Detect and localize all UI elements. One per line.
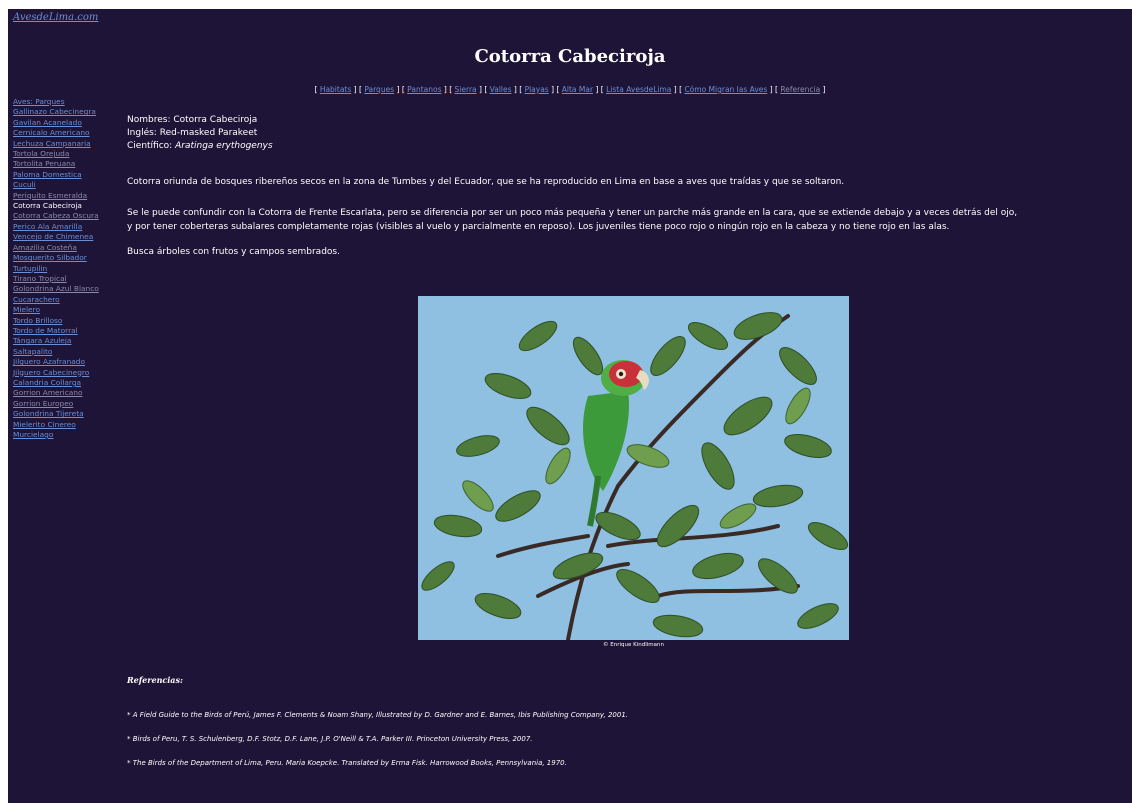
sidebar-item-vencejo-de-chimenea[interactable]: Vencejo de Chimenea <box>13 232 123 242</box>
sidebar-item-saltapalito[interactable]: Saltapalito <box>13 347 123 357</box>
nav-bracket-open: [ <box>679 85 683 94</box>
sidebar-item-periquito-esmeralda[interactable]: Periquito Esmeralda <box>13 191 123 201</box>
scientific-label: Científico: <box>127 141 173 151</box>
nav-link-lista-avesdelima[interactable]: Lista AvesdeLima <box>606 85 671 94</box>
sidebar-item-tordo-de-matorral[interactable]: Tordo de Matorral <box>13 326 123 336</box>
names-value: Cotorra Cabeciroja <box>173 115 258 125</box>
sidebar-item-turtupilin[interactable]: Turtupilin <box>13 264 123 274</box>
sidebar-item-gavilan-acanelado[interactable]: Gavilan Acanelado <box>13 118 123 128</box>
nav-bracket-open: [ <box>314 85 318 94</box>
sidebar-item-tortola-orejuda[interactable]: Tortola Orejuda <box>13 149 123 159</box>
sidebar-item-gorrion-americano[interactable]: Gorrion Americano <box>13 388 123 398</box>
sidebar-item-cotorra-cabeciroja: Cotorra Cabeciroja <box>13 201 82 211</box>
sidebar-item-paloma-domestica[interactable]: Paloma Domestica <box>13 170 123 180</box>
names-label: Nombres: <box>127 115 171 125</box>
photo-credit: © Enrique Kindlimann <box>603 642 664 648</box>
nav-link-habitats[interactable]: Habitats <box>320 85 351 94</box>
sidebar-item-tirano-tropical[interactable]: Tirano Tropical <box>13 274 123 284</box>
sidebar-item-mielero[interactable]: Mielero <box>13 305 123 315</box>
nav-bracket-close: ] <box>353 85 357 94</box>
sidebar-item-cucarachero[interactable]: Cucarachero <box>13 295 123 305</box>
site-name-link[interactable]: AvesdeLima.com <box>13 12 98 23</box>
sidebar-item-gallinazo-cabecinegra[interactable]: Gallinazo Cabecinegra <box>13 107 123 117</box>
sidebar-item-golondrina-azul-blanco[interactable]: Golondrina Azul Blanco <box>13 284 123 294</box>
nav-bracket-close: ] <box>595 85 599 94</box>
sidebar-header-link[interactable]: Aves: Parques <box>13 97 123 107</box>
comparison-paragraph: Se le puede confundir con la Cotorra de … <box>127 206 1017 234</box>
sidebar-item-cuculi[interactable]: Cuculi <box>13 180 123 190</box>
english-label: Inglés: <box>127 128 157 138</box>
sidebar-item-amazilia-costena[interactable]: Amazilia Costeña <box>13 243 123 253</box>
sidebar-item-murcielago[interactable]: Murcielago <box>13 430 123 440</box>
sidebar-item-jilguero-cabecinegro[interactable]: Jilguero Cabecinegro <box>13 368 123 378</box>
sidebar-item-perico-ala-amarilla[interactable]: Perico Ala Amarilla <box>13 222 123 232</box>
reference-item: * The Birds of the Department of Lima, P… <box>127 759 567 767</box>
sidebar-item-calandria-collarga[interactable]: Calandria Collarga <box>13 378 123 388</box>
nav-bracket-close: ] <box>479 85 482 94</box>
nav-bracket-open: [ <box>600 85 604 94</box>
sidebar-item-tortolita-peruana[interactable]: Tortolita Peruana <box>13 159 123 169</box>
page-title: Cotorra Cabeciroja <box>474 46 666 67</box>
sidebar-item-tordo-brilloso[interactable]: Tordo Brilloso <box>13 316 123 326</box>
nav-link-referencia[interactable]: Referencia <box>780 85 820 94</box>
comparison-line: y por tener coberteras subalares complet… <box>127 222 950 232</box>
nav-link-como-migran-las-aves[interactable]: Cómo Migran las Aves <box>684 85 767 94</box>
name-block: Nombres: Cotorra Cabeciroja Inglés: Red-… <box>127 114 1132 153</box>
references-title: Referencias: <box>127 675 183 685</box>
main-content: Nombres: Cotorra Cabeciroja Inglés: Red-… <box>127 114 1132 767</box>
red-masked-parakeet-photo <box>418 296 849 640</box>
nav-bracket-close: ] <box>769 85 773 94</box>
sidebar-item-golondrina-tijereta[interactable]: Golondrina Tijereta <box>13 409 123 419</box>
sidebar-bird-list: Aves: Parques Gallinazo Cabecinegra Gavil… <box>13 97 123 440</box>
english-row: Inglés: Red-masked Parakeet <box>127 127 1132 140</box>
intro-paragraph: Cotorra oriunda de bosques ribereños sec… <box>127 177 845 187</box>
nav-bracket-close: ] <box>396 85 400 94</box>
comparison-line: Se le puede confundir con la Cotorra de … <box>127 208 1018 218</box>
sidebar-item-cernicalo-americano[interactable]: Cernicalo Americano <box>13 128 123 138</box>
nav-link-sierra[interactable]: Sierra <box>455 85 477 94</box>
nav-link-parques[interactable]: Parques <box>364 85 394 94</box>
habits-paragraph: Busca árboles con frutos y campos sembra… <box>127 247 340 257</box>
nav-bracket-open: [ <box>519 85 523 94</box>
sidebar-item-gorrion-europeo[interactable]: Gorrion Europeo <box>13 399 123 409</box>
nav-bracket-close: ] <box>673 85 677 94</box>
nav-link-valles[interactable]: Valles <box>490 85 512 94</box>
nav-link-alta-mar[interactable]: Alta Mar <box>562 85 593 94</box>
nav-bracket-open: [ <box>484 85 488 94</box>
reference-item: * Birds of Peru, T. S. Schulenberg, D.F.… <box>127 735 533 743</box>
nav-bracket-open: [ <box>775 85 778 94</box>
nav-bracket-close: ] <box>822 85 826 94</box>
english-value: Red-masked Parakeet <box>159 128 258 138</box>
top-navigation: [ Habitats ] [ Parques ] [ Pantanos ] [ … <box>8 85 1132 94</box>
scientific-row: Científico: Aratinga erythogenys <box>127 140 1132 153</box>
nav-bracket-close: ] <box>513 85 517 94</box>
nav-bracket-close: ] <box>443 85 447 94</box>
names-row: Nombres: Cotorra Cabeciroja <box>127 114 1132 127</box>
scientific-value: Aratinga erythogenys <box>175 141 273 151</box>
nav-link-playas[interactable]: Playas <box>525 85 549 94</box>
sidebar-item-mosquerito-silbador[interactable]: Mosquerito Silbador <box>13 253 123 263</box>
nav-link-pantanos[interactable]: Pantanos <box>407 85 441 94</box>
nav-bracket-open: [ <box>449 85 453 94</box>
page-frame: AvesdeLima.com Cotorra Cabeciroja [ Habi… <box>8 9 1132 803</box>
sidebar-item-cotorra-cabeza-oscura[interactable]: Cotorra Cabeza Oscura <box>13 211 123 221</box>
sidebar-item-tangara-azuleja[interactable]: Tángara Azuleja <box>13 336 123 346</box>
nav-bracket-open: [ <box>401 85 405 94</box>
nav-bracket-open: [ <box>359 85 362 94</box>
sidebar-item-mielerito-cinereo[interactable]: Mielerito Cinereo <box>13 420 123 430</box>
sidebar-item-lechuza-campanaria[interactable]: Lechuza Campanaria <box>13 139 123 149</box>
nav-bracket-close: ] <box>551 85 555 94</box>
sidebar-item-jilguero-azafranado[interactable]: Jilguero Azafranado <box>13 357 123 367</box>
reference-item: * A Field Guide to the Birds of Perú, Ja… <box>127 711 628 719</box>
nav-bracket-open: [ <box>556 85 560 94</box>
